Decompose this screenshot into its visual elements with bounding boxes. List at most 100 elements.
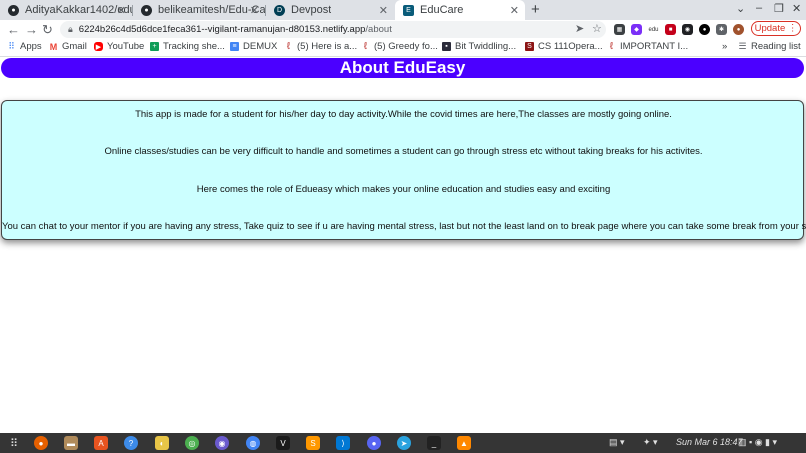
bookmark-tracking-sheet[interactable]: + Tracking she...	[150, 41, 225, 52]
bookmarks-bar: ⠿ Apps M Gmail ▶ YouTube + Tracking she... ≡…	[0, 39, 806, 57]
page-title: About EduEasy	[1, 58, 804, 78]
github-icon: ●	[8, 4, 19, 16]
update-label: Update	[754, 23, 786, 34]
quora-icon: ℓ	[609, 41, 614, 52]
educare-favicon: E	[403, 4, 414, 16]
github-icon: ●	[141, 4, 152, 16]
page-content: About EduEasy This app is made for a stu…	[0, 57, 806, 433]
bookmark-label: Tracking she...	[163, 41, 225, 52]
discord-icon[interactable]: ●	[367, 436, 381, 450]
telegram-icon[interactable]: ➤	[397, 436, 411, 450]
extension-edu-icon[interactable]: edu	[648, 24, 659, 35]
terminal-icon[interactable]: _	[427, 436, 441, 450]
gmail-icon: M	[49, 41, 58, 52]
address-bar[interactable]: 🔒︎ 6224b26c4d5d6dce1feca361--vigilant-ra…	[60, 21, 606, 38]
accessibility-icon[interactable]: ✦ ▾	[643, 437, 658, 448]
reload-icon[interactable]: ↻	[42, 22, 53, 38]
tab-strip: ● AdityaKakkar1402/educ ✕ ● belikeamites…	[0, 0, 806, 20]
extension-red-icon[interactable]: ■	[665, 24, 676, 35]
maximize-icon[interactable]: ❐	[774, 2, 784, 15]
bookmark-icon: ▪	[442, 42, 451, 51]
new-tab-button[interactable]: +	[531, 1, 540, 18]
back-icon[interactable]: ←	[7, 22, 20, 37]
firefox-icon[interactable]: ●	[34, 436, 48, 450]
about-paragraph: You can chat to your mentor if you are h…	[2, 221, 806, 232]
bookmark-youtube[interactable]: ▶ YouTube	[94, 41, 144, 52]
docs-icon: ≡	[230, 42, 239, 51]
extensions-puzzle-icon[interactable]: ✱	[716, 24, 727, 35]
vscode-icon[interactable]: ⟩	[336, 436, 350, 450]
gimp-icon[interactable]: ◐	[155, 436, 169, 450]
purple-app-icon[interactable]: ◉	[215, 436, 229, 450]
bookmark-label: Apps	[20, 41, 42, 52]
lock-icon: 🔒︎	[68, 24, 73, 34]
youtube-icon: ▶	[94, 42, 103, 51]
sheets-icon: +	[150, 42, 159, 51]
minimize-icon[interactable]: –	[756, 2, 762, 14]
sublime-icon[interactable]: S	[306, 436, 320, 450]
reading-list-label: Reading list	[751, 41, 801, 52]
bookmark-label: DEMUX	[243, 41, 278, 52]
clock[interactable]: Sun Mar 6 18:47	[676, 437, 743, 447]
chrome-icon[interactable]: ◍	[246, 436, 260, 450]
tab-title: EduCare	[420, 4, 464, 16]
bookmark-star-icon[interactable]: ☆	[592, 22, 602, 35]
bookmark-label: (5) Here is a...	[297, 41, 358, 52]
vlc-icon[interactable]: ▲	[457, 436, 471, 450]
software-center-icon[interactable]: A	[94, 436, 108, 450]
green-app-icon[interactable]: ◎	[185, 436, 199, 450]
about-paragraph: This app is made for a student for his/h…	[135, 109, 672, 120]
app-launcher-icon[interactable]: ⠿	[7, 436, 21, 450]
bookmark-label: Gmail	[62, 41, 87, 52]
tab-educare-repo[interactable]: ● belikeamitesh/Edu-Care ✕	[133, 0, 265, 20]
bookmark-greedy[interactable]: ℓ (5) Greedy fo...	[361, 41, 438, 52]
help-icon[interactable]: ?	[124, 436, 138, 450]
bookmark-demux[interactable]: ≡ DEMUX	[230, 41, 277, 52]
tab-aditya-repo[interactable]: ● AdityaKakkar1402/educ ✕	[0, 0, 132, 20]
os-taskbar: ⠿ ● ▬ A ? ◐ ◎ ◉ ◍ V S ⟩ ● ➤ _ ▲ ▤ ▾ ✦ ▾ …	[0, 433, 806, 453]
update-button[interactable]: Update ⋮	[751, 21, 801, 36]
tab-educare[interactable]: E EduCare ✕	[395, 0, 525, 20]
reading-list-icon: ☰	[738, 41, 747, 51]
extension-black-icon[interactable]: ●	[699, 24, 710, 35]
profile-avatar[interactable]: ●	[733, 24, 744, 35]
bookmark-label: YouTube	[107, 41, 145, 52]
extension-dark-icon[interactable]: ◉	[682, 24, 693, 35]
tab-search-icon[interactable]: ⌄	[736, 2, 745, 15]
bookmark-label: Bit Twiddling...	[455, 41, 517, 52]
forward-icon[interactable]: →	[25, 22, 38, 37]
send-icon[interactable]: ➤	[575, 22, 584, 35]
quora-icon: ℓ	[363, 41, 368, 52]
about-paragraph: Here comes the role of Edueasy which mak…	[196, 184, 611, 195]
close-icon[interactable]: ✕	[510, 4, 519, 17]
bookmarks-overflow-icon[interactable]: »	[722, 41, 727, 52]
tab-devpost[interactable]: D Devpost ✕	[266, 0, 394, 20]
close-icon[interactable]: ✕	[250, 4, 259, 17]
bookmark-bit-twiddling[interactable]: ▪ Bit Twiddling...	[442, 41, 516, 52]
url-domain: 6224b26c4d5d6dce1feca361--vigilant-raman…	[78, 24, 366, 35]
close-icon[interactable]: ✕	[379, 4, 388, 17]
about-paragraph: Online classes/studies can be very diffi…	[104, 146, 703, 157]
extension-calendar-icon[interactable]: ▦	[614, 24, 625, 35]
bookmark-cs111[interactable]: S CS 111Opera...	[525, 41, 603, 52]
reading-list-button[interactable]: ☰ Reading list	[738, 41, 801, 52]
url-path: /about	[365, 24, 392, 35]
extension-purple-icon[interactable]: ◆	[631, 24, 642, 35]
devpost-icon: D	[274, 4, 285, 16]
bookmark-important[interactable]: ℓ IMPORTANT I...	[607, 41, 688, 52]
files-icon[interactable]: ▬	[64, 436, 78, 450]
bookmark-label: IMPORTANT I...	[620, 41, 689, 52]
apps-grid-icon: ⠿	[8, 41, 15, 51]
bookmark-here-is-a[interactable]: ℓ (5) Here is a...	[284, 41, 357, 52]
vim-icon[interactable]: V	[276, 436, 290, 450]
tab-title: Devpost	[291, 4, 332, 16]
stanford-icon: S	[525, 42, 534, 51]
close-window-icon[interactable]: ✕	[792, 2, 801, 15]
clipboard-icon[interactable]: ▤ ▾	[609, 437, 625, 448]
bookmark-gmail[interactable]: M Gmail	[49, 41, 87, 52]
close-icon[interactable]: ✕	[117, 4, 126, 17]
bookmark-label: (5) Greedy fo...	[374, 41, 438, 52]
status-tray-icons[interactable]: ▥ ▪ ◉ ▮ ▾	[738, 437, 777, 448]
bookmark-apps[interactable]: ⠿ Apps	[7, 41, 42, 52]
quora-icon: ℓ	[286, 41, 291, 52]
